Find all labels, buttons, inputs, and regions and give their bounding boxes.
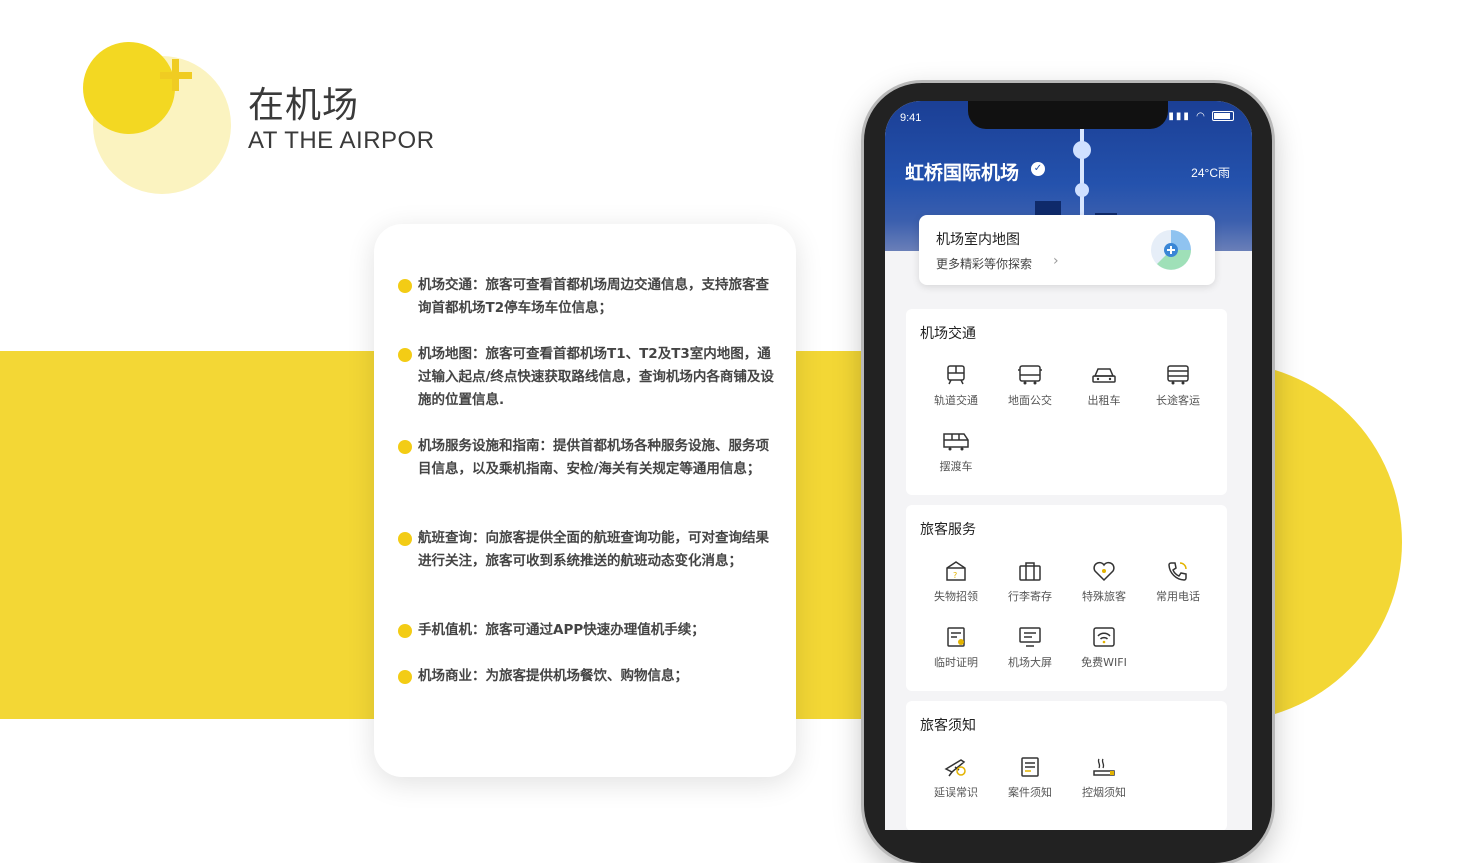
section-passenger-notice: 旅客须知 延误常识 案件须知 控烟须知 <box>906 701 1227 830</box>
section-title: 旅客服务 <box>920 522 976 538</box>
certificate-icon <box>947 627 965 647</box>
grid-label: 延误常识 <box>934 786 978 799</box>
bullet-dot-icon <box>398 440 412 454</box>
grid-label: 长途客运 <box>1156 394 1200 407</box>
no-smoking-icon <box>1093 758 1115 776</box>
battery-icon <box>1212 111 1234 121</box>
feature-item: 机场地图：旅客可查看首都机场T1、T2及T3室内地图，通过输入起点/终点快速获取… <box>398 343 778 412</box>
feature-text: 机场商业：为旅客提供机场餐饮、购物信息； <box>418 668 688 684</box>
wifi-status-icon: ◠ <box>1196 111 1207 122</box>
status-icons: ▮▮▮ ◠ <box>1168 111 1234 122</box>
feature-text: 机场服务设施和指南：提供首都机场各种服务设施、服务项目信息，以及乘机指南、安检/… <box>418 438 769 477</box>
feature-item: 机场服务设施和指南：提供首都机场各种服务设施、服务项目信息，以及乘机指南、安检/… <box>398 435 778 481</box>
map-pie-icon <box>1151 230 1191 270</box>
map-card-subtitle: 更多精彩等你探索 <box>936 257 1033 271</box>
section-passenger-service: 旅客服务 ? 失物招领 行李寄存 特殊旅客 常用电话 临时证明 机场大屏 免费W… <box>906 505 1227 691</box>
phone-icon <box>1168 562 1187 581</box>
grid-item-bus[interactable]: 地面公交 <box>993 364 1067 408</box>
bullet-dot-icon <box>398 348 412 362</box>
section-title: 机场交通 <box>920 326 976 342</box>
screen-icon <box>1019 627 1041 647</box>
verified-icon: ✓ <box>1031 162 1045 176</box>
svg-text:?: ? <box>953 571 957 580</box>
grid-label: 特殊旅客 <box>1082 590 1126 603</box>
grid-item-no-smoking[interactable]: 控烟须知 <box>1067 756 1141 800</box>
airport-name[interactable]: 虹桥国际机场 <box>905 158 1019 185</box>
deco-circle-yellow <box>83 42 175 134</box>
page-subtitle: AT THE AIRPOR <box>248 127 435 154</box>
weather: 24°C雨 <box>1191 166 1230 180</box>
grid-label: 控烟须知 <box>1082 786 1126 799</box>
special-passenger-icon <box>1093 561 1115 582</box>
feature-item: 手机值机：旅客可通过APP快速办理值机手续； <box>398 619 778 642</box>
grid-label: 免费WIFI <box>1081 656 1127 669</box>
grid-label: 地面公交 <box>1008 394 1052 407</box>
grid-item-lost-found[interactable]: ? 失物招领 <box>919 560 993 604</box>
bullet-dot-icon <box>398 670 412 684</box>
signal-icon: ▮▮▮ <box>1168 111 1191 122</box>
wifi-icon <box>1093 627 1115 647</box>
grid-item-screen[interactable]: 机场大屏 <box>993 626 1067 670</box>
luggage-icon <box>1019 562 1041 581</box>
feature-text: 机场交通：旅客可查看首都机场周边交通信息，支持旅客查询首都机场T2停车场车位信息… <box>418 277 769 316</box>
shuttle-icon <box>943 433 969 451</box>
coach-icon <box>1167 365 1189 385</box>
feature-text: 手机值机：旅客可通过APP快速办理值机手续； <box>418 622 705 638</box>
grid-item-delay[interactable]: 延误常识 <box>919 756 993 800</box>
indoor-map-card[interactable]: 机场室内地图 更多精彩等你探索 › <box>919 215 1215 285</box>
grid-item-coach[interactable]: 长途客运 <box>1141 364 1215 408</box>
tower-sphere <box>1073 141 1091 159</box>
tower-sphere <box>1075 183 1089 197</box>
plus-icon-vertical <box>172 59 179 91</box>
grid-label: 机场大屏 <box>1008 656 1052 669</box>
grid-item-special-passenger[interactable]: 特殊旅客 <box>1067 560 1141 604</box>
grid-item-shuttle[interactable]: 摆渡车 <box>919 430 993 474</box>
grid-item-train[interactable]: 轨道交通 <box>919 364 993 408</box>
phone-notch <box>968 101 1168 129</box>
grid-label: 行李寄存 <box>1008 590 1052 603</box>
feature-text: 机场地图：旅客可查看首都机场T1、T2及T3室内地图，通过输入起点/终点快速获取… <box>418 346 774 408</box>
grid-label: 临时证明 <box>934 656 978 669</box>
feature-card: 机场交通：旅客可查看首都机场周边交通信息，支持旅客查询首都机场T2停车场车位信息… <box>374 224 796 777</box>
case-icon <box>1021 757 1039 777</box>
grid-label: 轨道交通 <box>934 394 978 407</box>
grid-label: 摆渡车 <box>939 460 973 473</box>
grid-label: 案件须知 <box>1008 786 1052 799</box>
map-card-title: 机场室内地图 <box>936 232 1020 248</box>
grid-label: 出租车 <box>1087 394 1121 407</box>
status-time: 9:41 <box>900 112 922 124</box>
feature-item: 航班查询：向旅客提供全面的航班查询功能，可对查询结果进行关注，旅客可收到系统推送… <box>398 527 778 573</box>
grid-item-luggage[interactable]: 行李寄存 <box>993 560 1067 604</box>
chevron-right-icon: › <box>1053 253 1059 269</box>
page-title: 在机场 <box>248 85 360 126</box>
grid-item-certificate[interactable]: 临时证明 <box>919 626 993 670</box>
grid-item-wifi[interactable]: 免费WIFI <box>1067 626 1141 670</box>
lost-found-icon: ? <box>946 561 966 581</box>
bullet-dot-icon <box>398 532 412 546</box>
train-icon <box>947 365 965 385</box>
feature-item: 机场商业：为旅客提供机场餐饮、购物信息； <box>398 665 778 688</box>
bus-icon <box>1018 365 1042 385</box>
grid-item-phone[interactable]: 常用电话 <box>1141 560 1215 604</box>
grid-item-case[interactable]: 案件须知 <box>993 756 1067 800</box>
grid-item-taxi[interactable]: 出租车 <box>1067 364 1141 408</box>
bullet-dot-icon <box>398 279 412 293</box>
section-title: 旅客须知 <box>920 718 976 734</box>
grid-label: 失物招领 <box>934 590 978 603</box>
phone-screen: 9:41 ▮▮▮ ◠ 虹桥国际机场 ✓ 24°C雨 机场室内地图 更多精彩等你探… <box>885 101 1252 830</box>
bullet-dot-icon <box>398 624 412 638</box>
feature-item: 机场交通：旅客可查看首都机场周边交通信息，支持旅客查询首都机场T2停车场车位信息… <box>398 274 778 320</box>
taxi-icon <box>1092 368 1116 383</box>
feature-text: 航班查询：向旅客提供全面的航班查询功能，可对查询结果进行关注，旅客可收到系统推送… <box>418 530 769 569</box>
delay-icon <box>944 759 966 777</box>
section-transport: 机场交通 轨道交通 地面公交 出租车 长途客运 摆渡车 <box>906 309 1227 495</box>
grid-label: 常用电话 <box>1156 590 1200 603</box>
